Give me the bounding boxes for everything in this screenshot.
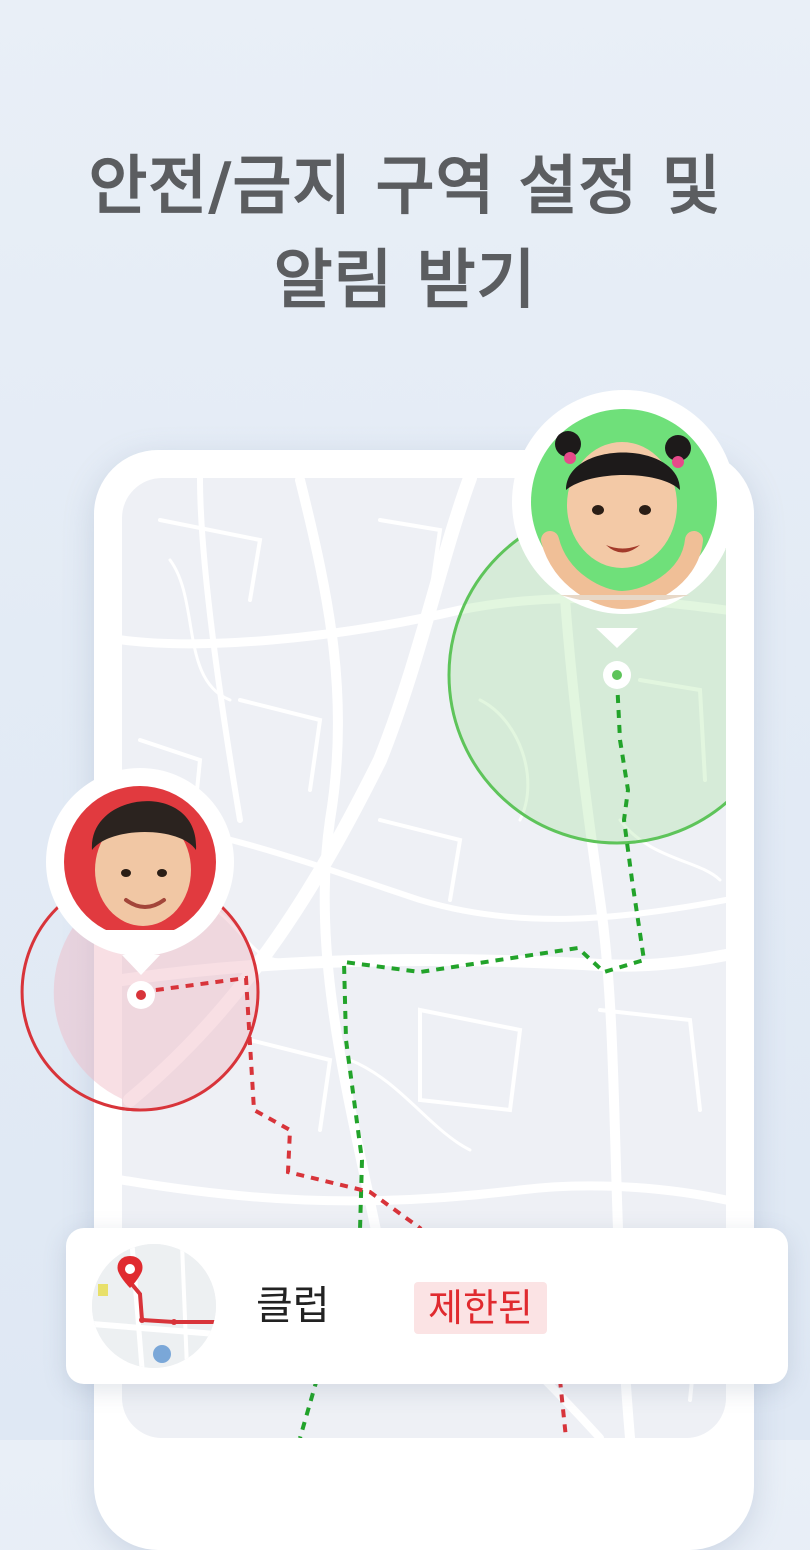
zone-alert-card[interactable]: 클럽 제한된 bbox=[66, 1228, 788, 1384]
place-label: 클럽 bbox=[256, 1283, 330, 1329]
map-thumbnail bbox=[92, 1244, 216, 1368]
map[interactable] bbox=[0, 0, 810, 1440]
status-badge: 제한된 bbox=[414, 1282, 547, 1334]
